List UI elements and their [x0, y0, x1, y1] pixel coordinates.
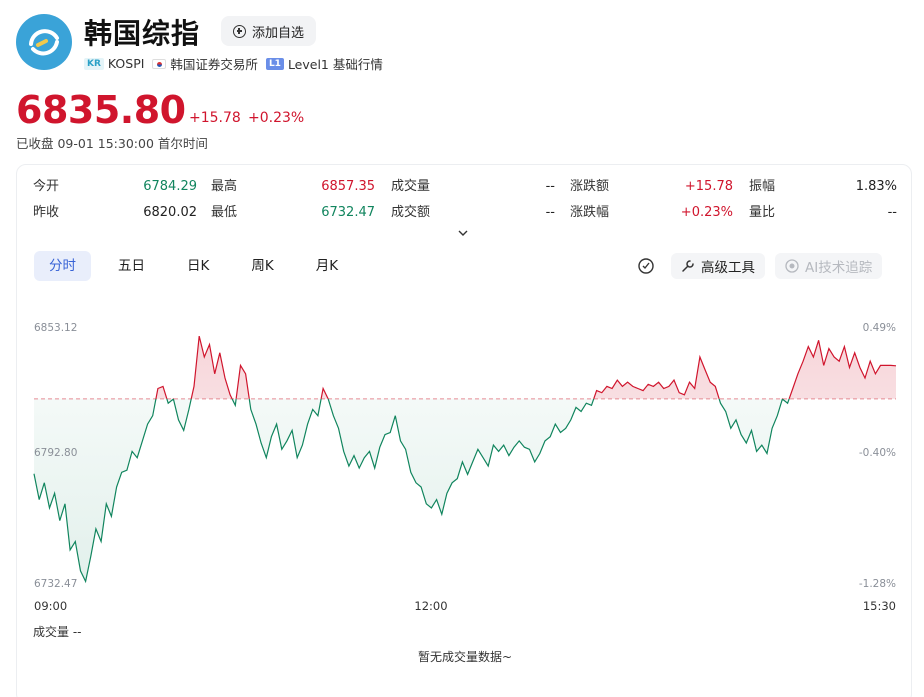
stat-label-low: 最低 — [211, 205, 238, 220]
stat-value-change-pct: +0.23% — [680, 205, 733, 220]
add-favorite-button[interactable]: 添加自选 — [221, 16, 317, 46]
level-badge: L1 — [265, 57, 284, 70]
pct-tick-high: 0.49% — [863, 322, 896, 334]
stat-label-amplitude: 振幅 — [749, 179, 776, 194]
exchange-name: 韩国证券交易所 — [170, 57, 258, 72]
stat-label-change-pct: 涨跌幅 — [570, 205, 610, 220]
korea-flag-icon — [152, 58, 167, 69]
toolbar: 高级工具 AI技术追踪 — [637, 253, 883, 279]
stat-value-volume-ratio: -- — [887, 205, 897, 220]
x-tick-open: 09:00 — [34, 599, 67, 613]
x-tick-noon: 12:00 — [414, 599, 447, 613]
page-title: 韩国综指 — [84, 17, 201, 50]
area-fill-down — [34, 398, 790, 582]
index-logo — [16, 14, 72, 70]
stat-value-change: +15.78 — [684, 179, 733, 194]
stat-label-high: 最高 — [211, 179, 238, 194]
add-circle-icon — [233, 24, 246, 38]
stat-label-prev-close: 昨收 — [33, 205, 60, 220]
stat-value-high: 6857.35 — [321, 179, 375, 194]
advanced-tools-label: 高级工具 — [701, 260, 755, 276]
volume-label: 成交量 -- — [33, 625, 82, 639]
index-code: KOSPI — [107, 56, 145, 71]
chart-tabs: 分时 五日 日K 周K 月K — [34, 251, 365, 281]
intraday-chart[interactable]: 6853.12 6792.80 6732.47 0.49% -0.40% -1.… — [17, 315, 913, 615]
stat-label-open: 今开 — [33, 179, 60, 194]
stat-label-turnover: 成交额 — [391, 205, 431, 220]
stat-label-volume: 成交量 — [391, 179, 431, 194]
advanced-tools-button[interactable]: 高级工具 — [671, 253, 765, 279]
stat-label-change: 涨跌额 — [570, 179, 610, 194]
stat-label-volume-ratio: 量比 — [749, 205, 776, 220]
stock-header: 韩国综指 添加自选 KR KOSPI 韩国证券交易所 L1 Level1 基础行… — [16, 12, 916, 152]
y-tick-high: 6853.12 — [34, 322, 77, 334]
y-tick-low: 6732.47 — [34, 578, 77, 590]
tab-weekly-k[interactable]: 周K — [236, 251, 288, 281]
stat-value-prev-close: 6820.02 — [143, 205, 197, 220]
level-label: Level1 基础行情 — [287, 57, 383, 72]
tab-monthly-k[interactable]: 月K — [301, 251, 353, 281]
pct-tick-mid: -0.40% — [859, 447, 896, 459]
x-tick-close: 15:30 — [863, 599, 896, 613]
ai-tracking-button[interactable]: AI技术追踪 — [775, 253, 883, 279]
index-tags: KR KOSPI 韩国证券交易所 L1 Level1 基础行情 — [84, 54, 383, 73]
price-change: +15.78 — [189, 110, 241, 126]
stat-value-amplitude: 1.83% — [855, 179, 897, 194]
no-volume-message: 暂无成交量数据~ — [417, 650, 513, 664]
indicator-settings-icon[interactable] — [637, 257, 655, 275]
tab-daily-k[interactable]: 日K — [172, 251, 224, 281]
tab-five-day[interactable]: 五日 — [103, 251, 160, 281]
price-change-pct: +0.23% — [248, 110, 305, 126]
stat-value-open: 6784.29 — [143, 179, 197, 194]
tools-icon — [682, 260, 694, 272]
stat-value-turnover: -- — [545, 205, 555, 220]
ai-icon — [785, 259, 799, 273]
chevron-down-icon[interactable] — [458, 228, 468, 238]
add-favorite-label: 添加自选 — [252, 25, 305, 41]
pct-tick-low: -1.28% — [859, 578, 896, 590]
stat-value-volume: -- — [545, 179, 555, 194]
tab-intraday[interactable]: 分时 — [34, 251, 91, 281]
y-tick-mid: 6792.80 — [34, 447, 77, 459]
quote-card: 今开 6784.29 昨收 6820.02 最高 6857.35 最低 6732… — [16, 164, 912, 697]
last-price: 6835.80 — [16, 88, 186, 132]
ai-tracking-label: AI技术追踪 — [805, 260, 873, 276]
market-status: 已收盘 09-01 15:30:00 首尔时间 — [16, 136, 208, 151]
stat-value-low: 6732.47 — [321, 205, 375, 220]
country-badge: KR — [84, 57, 104, 70]
